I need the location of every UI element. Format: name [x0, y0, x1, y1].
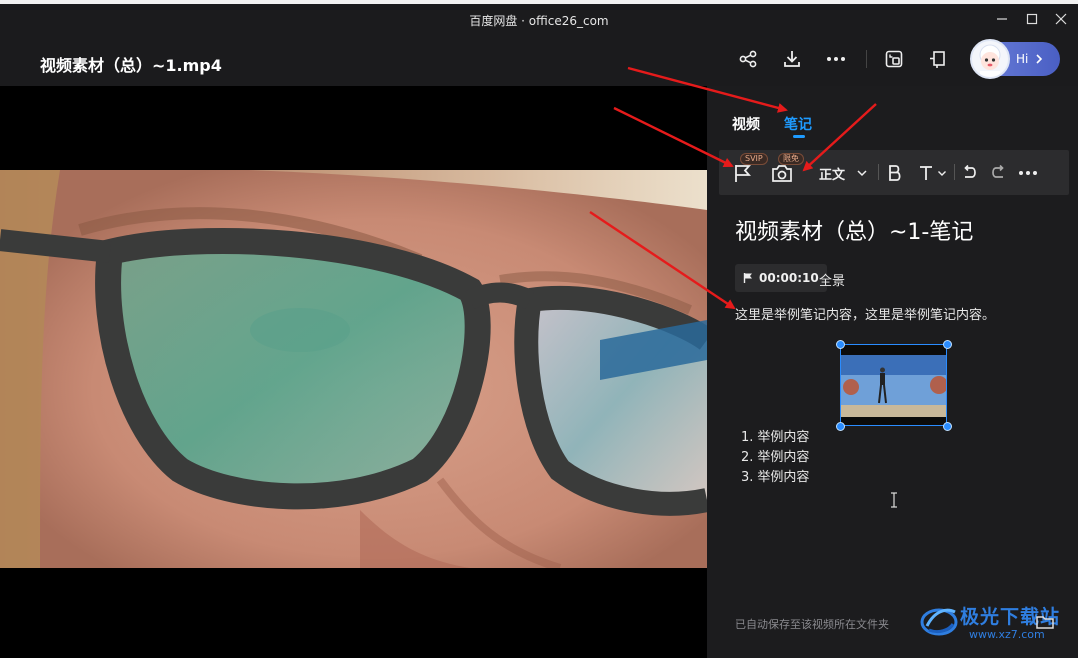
minimize-icon	[997, 18, 1007, 20]
watermark-url: www.xz7.com	[969, 628, 1045, 641]
video-frame	[0, 170, 707, 568]
list-item: 1. 举例内容	[741, 428, 809, 448]
title-bar: 百度网盘 · office26_com	[0, 0, 1078, 32]
bold-button[interactable]	[885, 161, 905, 185]
more-icon	[1019, 171, 1037, 175]
text-size-dropdown[interactable]	[936, 161, 948, 185]
close-button[interactable]	[1051, 10, 1071, 28]
open-folder-button[interactable]	[1035, 612, 1055, 632]
toolbar-more-button[interactable]	[1015, 161, 1041, 185]
list-text: 举例内容	[757, 470, 810, 485]
note-paragraph: 这里是举例笔记内容，这里是举例笔记内容。	[735, 308, 996, 323]
share-button[interactable]	[735, 46, 761, 72]
maximize-icon	[1026, 13, 1038, 25]
minimize-button[interactable]	[992, 10, 1012, 28]
notes-panel: 视频 笔记 SVIP 限免 正文 视频素材（总）~1-笔记 00:00:10 全…	[707, 86, 1078, 658]
video-filename: 视频素材（总）~1.mp4	[40, 56, 222, 75]
redo-button[interactable]	[987, 161, 1009, 185]
chevron-down-icon	[938, 171, 946, 176]
download-icon	[784, 51, 800, 67]
timestamp-label: 全景	[819, 274, 846, 289]
resize-handle[interactable]	[943, 340, 952, 349]
timestamp-value: 00:00:10	[759, 271, 819, 285]
flag-icon	[735, 165, 752, 182]
assistant-avatar	[970, 39, 1010, 79]
paragraph-style-label[interactable]: 正文	[815, 161, 849, 185]
chevron-down-icon	[857, 170, 867, 177]
notes-toolbar: SVIP 限免 正文	[719, 150, 1069, 195]
more-icon	[827, 57, 845, 61]
watermark-logo	[920, 608, 958, 636]
tab-notes[interactable]: 笔记	[784, 114, 812, 134]
close-icon	[1055, 13, 1067, 25]
resize-handle[interactable]	[836, 340, 845, 349]
screenshot-thumbnail[interactable]	[840, 344, 947, 426]
paragraph-style-dropdown[interactable]	[855, 161, 869, 185]
svip-badge: SVIP	[740, 153, 768, 165]
camera-icon	[772, 165, 792, 182]
toolbar-divider	[954, 164, 955, 180]
screen-button[interactable]	[881, 46, 907, 72]
assistant-label: Hi	[1016, 52, 1029, 66]
bold-icon	[889, 165, 901, 181]
maximize-button[interactable]	[1022, 10, 1042, 28]
folder-icon	[1036, 616, 1054, 629]
undo-icon	[964, 165, 976, 178]
chevron-right-icon	[1036, 54, 1043, 64]
video-player[interactable]	[0, 86, 707, 658]
toolbar-divider	[878, 164, 879, 180]
list-item: 3. 举例内容	[741, 468, 809, 488]
share-icon	[739, 50, 757, 68]
undo-button[interactable]	[959, 161, 981, 185]
resize-handle[interactable]	[943, 422, 952, 431]
note-title: 视频素材（总）~1-笔记	[735, 220, 974, 245]
list-number: 1.	[741, 430, 754, 445]
ordered-list: 1. 举例内容 2. 举例内容 3. 举例内容	[741, 428, 809, 488]
text-size-icon	[920, 166, 932, 180]
player-header: 视频素材（总）~1.mp4 Hi	[0, 32, 1078, 86]
download-button[interactable]	[779, 46, 805, 72]
tab-active-indicator	[793, 135, 805, 138]
resize-handle[interactable]	[836, 422, 845, 431]
pin-icon	[930, 51, 945, 68]
flag-icon	[743, 273, 752, 283]
list-text: 举例内容	[757, 430, 810, 445]
screen-icon	[885, 50, 903, 68]
list-number: 3.	[741, 470, 754, 485]
text-size-button[interactable]	[917, 161, 935, 185]
tab-video[interactable]: 视频	[732, 114, 760, 134]
window-title: 百度网盘 · office26_com	[469, 14, 609, 28]
timestamp-chip[interactable]: 00:00:10	[735, 264, 827, 292]
header-divider	[866, 50, 867, 68]
list-item: 2. 举例内容	[741, 448, 809, 468]
assistant-button[interactable]: Hi	[970, 39, 1060, 79]
redo-icon	[992, 165, 1004, 178]
more-button[interactable]	[823, 46, 849, 72]
pin-button[interactable]	[925, 46, 951, 72]
list-text: 举例内容	[757, 450, 810, 465]
autosave-note: 已自动保存至该视频所在文件夹	[735, 618, 889, 631]
text-cursor-icon	[891, 492, 897, 508]
free-badge: 限免	[778, 153, 804, 165]
list-number: 2.	[741, 450, 754, 465]
